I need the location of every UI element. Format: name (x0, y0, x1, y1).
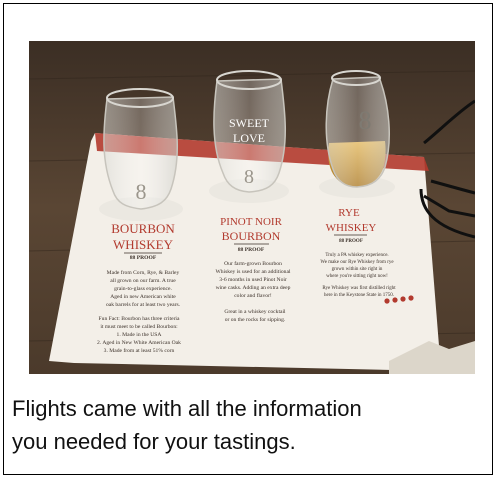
col3-desc6: here in the Keystone State in 1750. (324, 293, 394, 298)
col2-desc7: or on the rocks for sipping. (225, 316, 286, 323)
col1-desc3: grain-to-glass experience. (114, 286, 172, 292)
col3-desc3: grown within site right in (332, 267, 383, 272)
caption-line-2: you needed for your tastings. (12, 429, 296, 454)
svg-text:8: 8 (136, 179, 147, 204)
photo-caption: Flights came with all the information yo… (12, 392, 482, 458)
col3-desc1: Truly a PA whiskey experience. (325, 253, 388, 258)
col1-proof: 88 PROOF (130, 255, 157, 261)
col3-name1: RYE (338, 207, 360, 219)
col2-desc6: Great in a whiskey cocktail (224, 309, 286, 315)
col1-fact2: it must meet to be called Bourbon: (100, 324, 178, 330)
col1-desc2: all grown on our farm. A true (110, 277, 176, 284)
col2-desc2: Whiskey is used for an additional (215, 268, 290, 275)
col1-name2: WHISKEY (113, 237, 174, 252)
photo-illustration: BOURBON WHISKEY 88 PROOF Made from Corn,… (29, 41, 475, 374)
col1-fact5: 3. Made from at least 51% corn (104, 347, 175, 354)
svg-text:LOVE: LOVE (233, 131, 265, 145)
col1-desc4: Aged in new American white (110, 294, 176, 300)
svg-text:8: 8 (244, 166, 254, 188)
col2-name2: BOURBON (222, 229, 281, 243)
whiskey-flight-photo: BOURBON WHISKEY 88 PROOF Made from Corn,… (29, 41, 475, 374)
col2-proof: 88 PROOF (238, 247, 265, 253)
col1-fact4: 2. Aged in New White American Oak (97, 340, 181, 346)
col3-desc5: Rye Whiskey was first distilled right (322, 286, 396, 291)
col1-desc5: oak barrels for at least two years. (106, 301, 181, 308)
svg-text:8: 8 (359, 106, 372, 135)
bourbon-glass: 8 (99, 88, 183, 221)
col2-desc5: color and flavor! (234, 292, 272, 299)
pinot-noir-glass: SWEET LOVE 8 (209, 70, 289, 203)
col3-name2: WHISKEY (326, 222, 377, 234)
col2-name1: PINOT NOIR (220, 216, 282, 228)
caption-line-1: Flights came with all the information (12, 396, 362, 421)
col1-desc1: Made from Corn, Rye, & Barley (107, 269, 180, 276)
col3-proof: 88 PROOF (339, 239, 363, 244)
col1-fact3: 1. Made in the USA (117, 332, 162, 338)
col2-desc1: Our farm-grown Bourbon (224, 260, 282, 267)
col2-desc4: wine casks. Adding an extra deep (216, 285, 291, 291)
col3-desc4: where you're sitting right now! (326, 274, 388, 279)
col2-desc3: 3-6 months in used Pinot Noir (219, 277, 287, 283)
col1-fact1: Fun Fact: Bourbon has three criteria (99, 316, 180, 322)
col3-desc2: We make our Rye Whiskey from rye (320, 260, 394, 265)
col1-name1: BOURBON (111, 221, 175, 236)
svg-text:SWEET: SWEET (229, 116, 270, 130)
